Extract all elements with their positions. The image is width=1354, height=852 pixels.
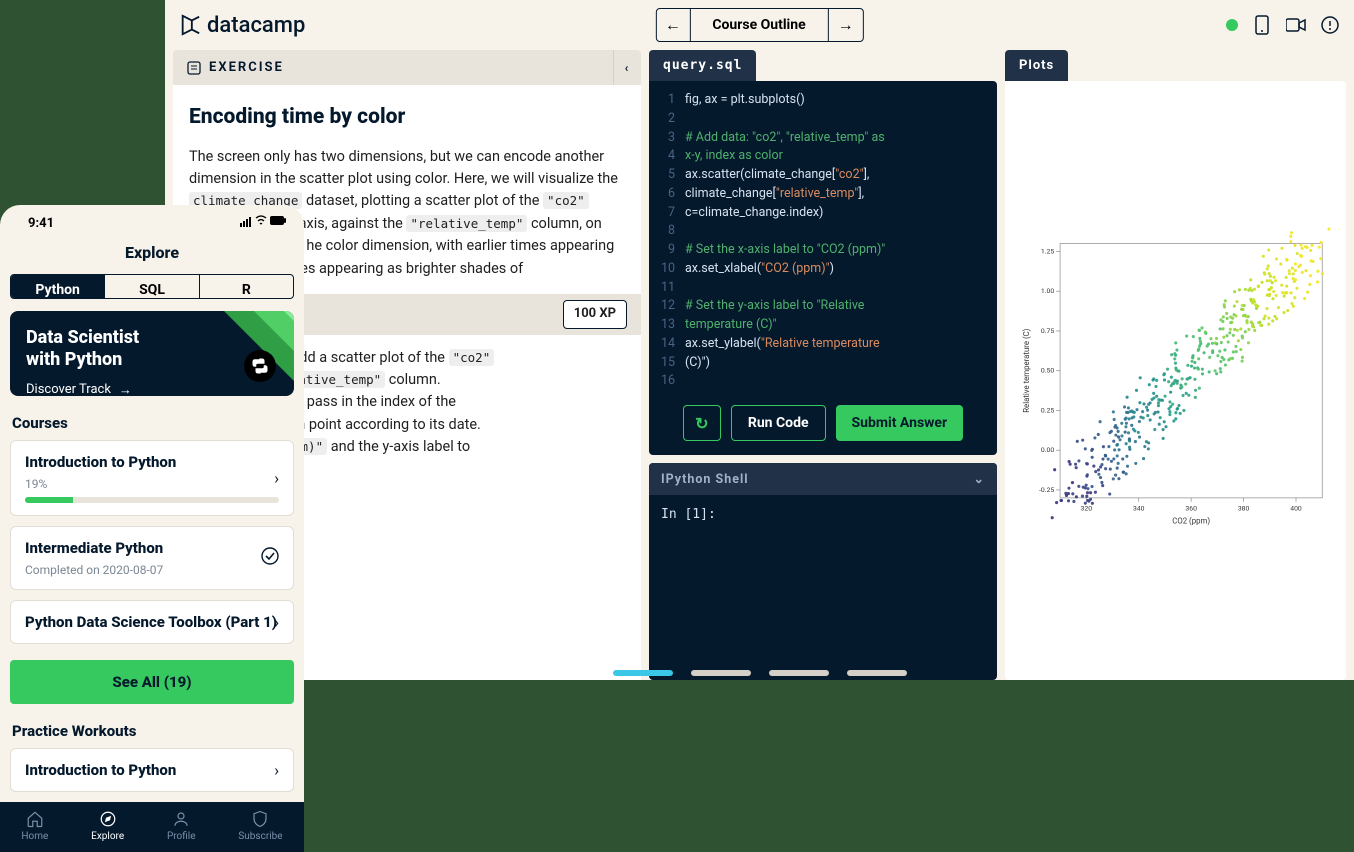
datacamp-icon	[179, 14, 201, 36]
python-icon	[244, 350, 276, 382]
mobile-overlay: 9:41 Explore Python SQL R Data Scientist…	[0, 205, 304, 852]
pager	[165, 660, 1354, 676]
submit-button[interactable]: Submit Answer	[836, 405, 964, 441]
course-progress-label: 19%	[25, 477, 279, 491]
course-title: Python Data Science Toolbox (Part 1)	[25, 613, 279, 631]
shell-prompt[interactable]: In [1]:	[649, 495, 997, 534]
exercise-title: Encoding time by color	[189, 101, 625, 134]
reset-button[interactable]: ↻	[683, 405, 721, 441]
nav-profile[interactable]: Profile	[167, 810, 196, 842]
outline-label[interactable]: Course Outline	[690, 9, 828, 41]
status-dot-icon	[1226, 19, 1238, 31]
nav-home[interactable]: Home	[21, 810, 48, 842]
pager-dot[interactable]	[769, 670, 829, 676]
workouts-heading: Practice Workouts	[12, 722, 294, 740]
outline-prev-button[interactable]: ←	[656, 9, 690, 41]
svg-text:380: 380	[1238, 505, 1250, 513]
course-outline-group: ← Course Outline →	[655, 8, 863, 42]
svg-text:0.50: 0.50	[1041, 367, 1054, 375]
brand-logo: datacamp	[179, 13, 305, 38]
svg-text:0.00: 0.00	[1041, 446, 1054, 454]
ipython-shell[interactable]: IPython Shell ⌄ In [1]:	[649, 463, 997, 680]
info-icon[interactable]	[1320, 15, 1340, 35]
run-button[interactable]: Run Code	[731, 405, 826, 441]
svg-text:1.00: 1.00	[1041, 287, 1054, 295]
svg-text:-0.25: -0.25	[1039, 486, 1054, 494]
promo-card[interactable]: Data Scientistwith Python Discover Track…	[10, 311, 294, 396]
outline-next-button[interactable]: →	[829, 9, 863, 41]
plots-tab[interactable]: Plots	[1005, 50, 1068, 81]
svg-text:400: 400	[1290, 505, 1302, 513]
svg-text:320: 320	[1081, 505, 1093, 513]
chevron-right-icon: ›	[274, 613, 279, 632]
svg-text:360: 360	[1185, 505, 1197, 513]
check-circle-icon	[261, 547, 279, 569]
svg-text:0.25: 0.25	[1041, 406, 1054, 414]
course-card[interactable]: Intermediate Python Completed on 2020-08-…	[10, 526, 294, 590]
mobile-icon[interactable]	[1252, 15, 1272, 35]
chevron-right-icon: ›	[274, 469, 279, 488]
plot-area: 320 340 360 380 400 -0.25 0.00 0.25 0.50 0.75 1.00…	[1005, 81, 1346, 680]
promo-graphic-icon	[184, 311, 294, 396]
chevron-down-icon[interactable]: ⌄	[974, 471, 985, 487]
status-icons	[240, 215, 286, 231]
svg-text:340: 340	[1133, 505, 1145, 513]
mobile-title: Explore	[0, 237, 304, 274]
course-title: Intermediate Python	[25, 539, 279, 557]
svg-text:0.75: 0.75	[1041, 327, 1054, 335]
pager-dot[interactable]	[691, 670, 751, 676]
video-icon[interactable]	[1286, 15, 1306, 35]
pager-dot[interactable]	[847, 670, 907, 676]
xp-badge: 100 XP	[563, 300, 627, 328]
editor-tab[interactable]: query.sql	[649, 50, 756, 81]
nav-explore[interactable]: Explore	[91, 810, 124, 842]
seg-sql[interactable]: SQL	[105, 275, 199, 298]
scatter-plot: 320 340 360 380 400 -0.25 0.00 0.25 0.50 0.75 1.00…	[1019, 99, 1332, 662]
progress-bar	[25, 497, 279, 503]
mobile-bottom-nav: Home Explore Profile Subscribe	[0, 802, 304, 852]
course-card[interactable]: Python Data Science Toolbox (Part 1)›	[10, 600, 294, 644]
code-editor[interactable]: 1fig, ax = plt.subplots()23# Add data: "…	[649, 81, 997, 455]
pager-dot[interactable]	[613, 670, 673, 676]
seg-r[interactable]: R	[200, 275, 293, 298]
collapse-icon[interactable]: ‹	[613, 50, 641, 85]
seg-python[interactable]: Python	[11, 275, 105, 298]
language-segmented-control[interactable]: Python SQL R	[10, 274, 294, 299]
see-all-button[interactable]: See All (19)	[10, 660, 294, 704]
course-title: Introduction to Python	[25, 453, 279, 471]
shell-header: IPython Shell ⌄	[649, 463, 997, 495]
exercise-header: EXERCISE ‹	[173, 50, 641, 85]
workout-card[interactable]: Introduction to Python ›	[10, 748, 294, 792]
workout-title: Introduction to Python	[25, 761, 279, 779]
chevron-right-icon: ›	[274, 761, 279, 780]
courses-heading: Courses	[12, 414, 294, 432]
svg-text:1.25: 1.25	[1041, 247, 1054, 255]
arrow-right-icon: →	[119, 382, 132, 396]
course-card[interactable]: Introduction to Python 19%›	[10, 440, 294, 516]
svg-text:Relative temperature (C): Relative temperature (C)	[1022, 328, 1031, 412]
course-completed-label: Completed on 2020-08-07	[25, 563, 279, 577]
mobile-status-bar: 9:41	[0, 205, 304, 237]
svg-text:CO2 (ppm): CO2 (ppm)	[1172, 516, 1210, 525]
exercise-icon	[187, 61, 201, 75]
nav-subscribe[interactable]: Subscribe	[238, 810, 282, 842]
